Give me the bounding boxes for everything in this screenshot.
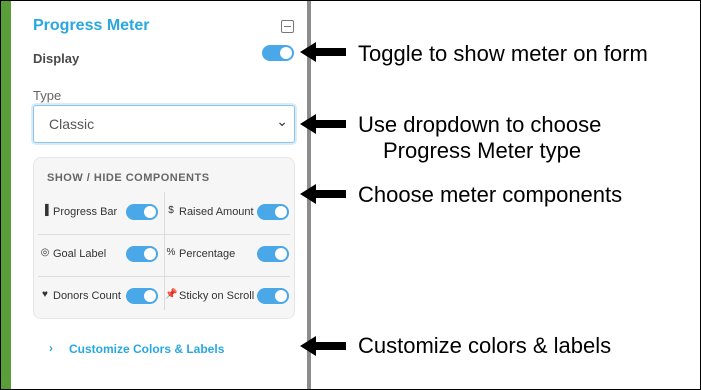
goal-label-toggle[interactable] — [126, 246, 158, 262]
type-label: Type — [33, 88, 62, 103]
components-divider-horizontal — [38, 234, 290, 235]
callout-toggle: Toggle to show meter on form — [358, 41, 648, 66]
display-toggle[interactable] — [262, 45, 294, 61]
components-box: SHOW / HIDE COMPONENTS ▐ Progress Bar $ … — [33, 157, 295, 319]
component-label: Raised Amount — [179, 206, 254, 218]
callout-dropdown-line1: Use dropdown to choose — [358, 112, 602, 137]
components-divider-horizontal — [38, 276, 290, 277]
collapse-icon[interactable] — [281, 20, 294, 33]
component-percentage: % Percentage — [165, 246, 291, 264]
percent-icon: % — [166, 247, 176, 258]
callout-components: Choose meter components — [358, 182, 623, 207]
panel-title: Progress Meter — [33, 17, 150, 34]
target-icon: ◎ — [40, 247, 50, 258]
component-donors-count: ♥ Donors Count — [39, 288, 159, 306]
component-progress-bar: ▐ Progress Bar — [39, 204, 159, 222]
component-label: Goal Label — [53, 248, 107, 260]
progress-bar-toggle[interactable] — [126, 204, 158, 220]
donors-count-toggle[interactable] — [126, 288, 158, 304]
callout-customize: Customize colors & labels — [358, 333, 612, 358]
callout-dropdown-line2: Progress Meter type — [383, 138, 582, 163]
components-title: SHOW / HIDE COMPONENTS — [47, 172, 210, 184]
display-label: Display — [33, 51, 80, 66]
type-select[interactable]: Classic ⌄ — [33, 105, 295, 143]
dollar-icon: $ — [168, 205, 174, 216]
heart-icon: ♥ — [42, 289, 48, 300]
customize-label: Customize Colors & Labels — [69, 342, 225, 356]
component-goal-label: ◎ Goal Label — [39, 246, 159, 264]
component-label: Donors Count — [53, 290, 121, 302]
component-label: Percentage — [179, 248, 236, 260]
arrow-left-icon — [300, 42, 346, 62]
chevron-down-icon: ⌄ — [276, 113, 288, 129]
percentage-toggle[interactable] — [257, 246, 289, 262]
component-label: Progress Bar — [53, 206, 118, 218]
component-raised-amount: $ Raised Amount — [165, 204, 291, 222]
pin-icon: 📌 — [165, 289, 178, 300]
arrow-left-icon — [300, 184, 346, 204]
sticky-on-scroll-toggle[interactable] — [257, 288, 289, 304]
progress-meter-panel: Progress Meter Display Type Classic ⌄ SH… — [11, 1, 311, 389]
type-select-value: Classic — [49, 116, 95, 132]
raised-amount-toggle[interactable] — [257, 204, 289, 220]
arrow-left-icon — [300, 114, 346, 134]
sidebar-accent-bar — [1, 1, 11, 389]
progress-bar-icon: ▐ — [41, 205, 49, 216]
component-label: Sticky on Scroll — [179, 290, 255, 302]
chevron-right-icon: › — [49, 341, 53, 355]
component-sticky-on-scroll: 📌 Sticky on Scroll — [165, 288, 291, 306]
arrow-left-icon — [300, 336, 346, 356]
